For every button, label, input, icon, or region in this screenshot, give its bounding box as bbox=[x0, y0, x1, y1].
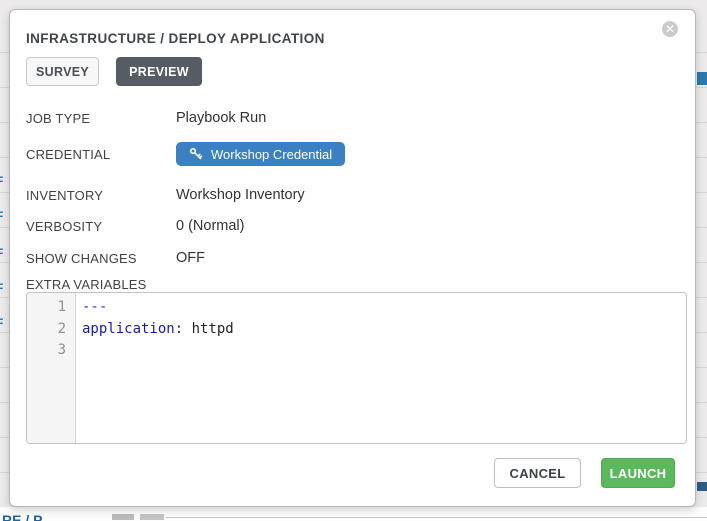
background-partial-link: F bbox=[0, 316, 6, 330]
yaml-doc-start: --- bbox=[82, 299, 107, 315]
yaml-value: : httpd bbox=[175, 321, 234, 337]
close-icon[interactable]: ✕ bbox=[662, 21, 678, 37]
extra-variables-label: EXTRA VARIABLES bbox=[26, 277, 147, 292]
field-label: CREDENTIAL bbox=[26, 147, 176, 162]
tab-survey[interactable]: SURVEY bbox=[26, 57, 99, 86]
line-number: 2 bbox=[27, 319, 66, 341]
credential-badge-label: Workshop Credential bbox=[211, 147, 332, 162]
background-partial-link: F bbox=[0, 246, 6, 260]
field-label: SHOW CHANGES bbox=[26, 251, 176, 266]
divider bbox=[166, 517, 707, 518]
code-line: --- bbox=[82, 297, 686, 319]
background-partial-title: RE / P bbox=[2, 512, 112, 521]
tab-bar: SURVEY PREVIEW bbox=[26, 57, 202, 86]
field-label: INVENTORY bbox=[26, 188, 176, 203]
code-line bbox=[82, 340, 686, 362]
screen: F F F F F RE / P INFRASTRUCTURE / DEPLOY… bbox=[0, 0, 707, 521]
background-navy-edge bbox=[697, 482, 707, 491]
field-value: 0 (Normal) bbox=[176, 218, 244, 234]
editor-code-area[interactable]: --- application: httpd bbox=[76, 293, 686, 443]
field-value: OFF bbox=[176, 250, 205, 266]
field-label: VERBOSITY bbox=[26, 219, 176, 234]
tab-preview[interactable]: PREVIEW bbox=[116, 57, 202, 86]
modal-title: INFRASTRUCTURE / DEPLOY APPLICATION bbox=[26, 31, 325, 46]
field-row-job-type: JOB TYPE Playbook Run bbox=[26, 110, 681, 126]
background-partial-link: F bbox=[0, 209, 6, 223]
credential-badge[interactable]: Workshop Credential bbox=[176, 142, 345, 166]
launch-button[interactable]: LAUNCH bbox=[601, 458, 675, 488]
deploy-application-modal: INFRASTRUCTURE / DEPLOY APPLICATION ✕ SU… bbox=[9, 9, 696, 507]
field-value: Workshop Inventory bbox=[176, 187, 305, 203]
modal-footer: CANCEL LAUNCH bbox=[494, 458, 675, 488]
background-partial-text bbox=[140, 514, 164, 520]
field-row-credential: CREDENTIAL Workshop Credential bbox=[26, 142, 681, 166]
field-value: Playbook Run bbox=[176, 110, 266, 126]
extra-variables-editor[interactable]: 1 2 3 --- application: httpd bbox=[26, 292, 687, 444]
field-label: JOB TYPE bbox=[26, 111, 176, 126]
line-number: 3 bbox=[27, 340, 66, 362]
yaml-key: application bbox=[82, 321, 175, 337]
background-partial-link: F bbox=[0, 174, 6, 188]
background-partial-text bbox=[112, 514, 134, 520]
background-blue-button-edge bbox=[697, 72, 707, 85]
field-row-show-changes: SHOW CHANGES OFF bbox=[26, 250, 681, 266]
field-row-inventory: INVENTORY Workshop Inventory bbox=[26, 187, 681, 203]
key-icon bbox=[189, 147, 203, 161]
editor-line-numbers: 1 2 3 bbox=[27, 293, 76, 443]
cancel-button[interactable]: CANCEL bbox=[494, 458, 581, 488]
line-number: 1 bbox=[27, 297, 66, 319]
background-partial-link: F bbox=[0, 281, 6, 295]
background-bottom-strip: RE / P bbox=[0, 507, 707, 521]
field-row-verbosity: VERBOSITY 0 (Normal) bbox=[26, 218, 681, 234]
code-line: application: httpd bbox=[82, 319, 686, 341]
